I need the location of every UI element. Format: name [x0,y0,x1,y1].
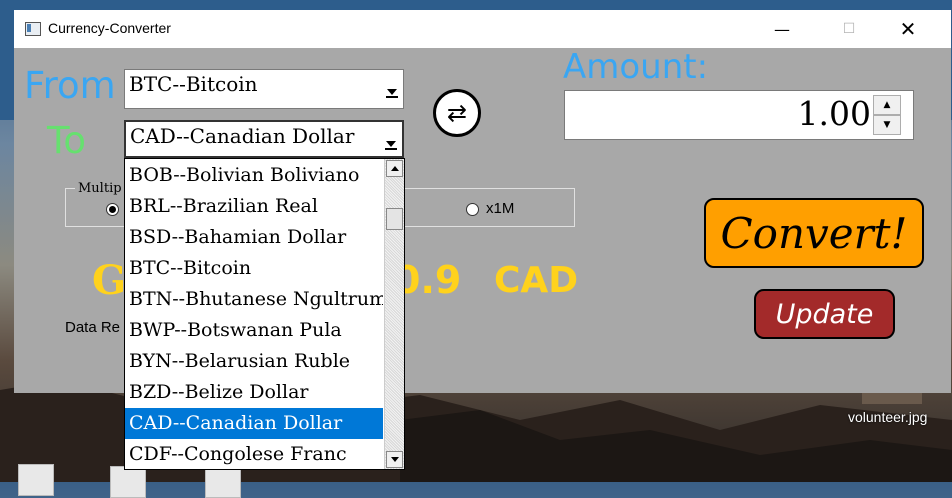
dropdown-arrow-icon[interactable] [383,132,399,150]
dropdown-item[interactable]: BRL--Brazilian Real [125,191,383,222]
title-bar[interactable]: Currency-Converter — ☐ ✕ [14,10,951,48]
from-label: From [24,64,116,107]
dropdown-item[interactable]: BYN--Belarusian Ruble [125,346,383,377]
multiplier-radio-first[interactable] [106,203,119,216]
dropdown-arrow-icon[interactable] [384,80,400,98]
desktop-file-icon[interactable] [110,466,146,498]
maximize-button[interactable]: ☐ [826,10,872,48]
scroll-down-icon[interactable] [386,451,403,468]
dropdown-item[interactable]: BTC--Bitcoin [125,253,383,284]
desktop-file-icon[interactable] [18,464,54,496]
data-reference-label: Data Re [65,319,121,336]
multiplier-group-title: Multip [75,181,125,196]
desktop-file-label[interactable]: volunteer.jpg [848,409,927,425]
multiplier-label-x1m[interactable]: x1M [486,200,514,217]
dropdown-scrollbar[interactable] [384,159,404,469]
result-prefix: G [92,257,127,304]
dropdown-item[interactable]: CAD--Canadian Dollar [125,408,383,439]
dropdown-item[interactable]: BZD--Belize Dollar [125,377,383,408]
amount-spinbox[interactable]: 1.00 ▲ ▼ [564,90,914,140]
spin-up-button[interactable]: ▲ [873,95,901,115]
minimize-button[interactable]: — [759,10,805,48]
amount-value: 1.00 [797,94,871,133]
amount-label: Amount: [563,47,709,87]
from-currency-value: BTC--Bitcoin [129,72,258,96]
dropdown-item[interactable]: CDF--Congolese Franc [125,439,383,469]
to-currency-dropdown-list[interactable]: BOB--Bolivian Boliviano BRL--Brazilian Re… [124,158,405,470]
swap-arrows-icon: ⇄ [446,99,468,127]
dropdown-item[interactable]: BTN--Bhutanese Ngultrum [125,284,383,315]
from-currency-select[interactable]: BTC--Bitcoin [124,69,404,109]
to-label: To [47,119,86,162]
close-button[interactable]: ✕ [885,10,931,48]
multiplier-radio-x1m[interactable] [466,203,479,216]
to-currency-select[interactable]: CAD--Canadian Dollar [124,120,404,158]
swap-button[interactable]: ⇄ [433,89,481,137]
result-currency: CAD [494,260,579,301]
scroll-up-icon[interactable] [386,160,403,177]
dropdown-item[interactable]: BWP--Botswanan Pula [125,315,383,346]
spin-down-button[interactable]: ▼ [873,115,901,135]
dropdown-item[interactable]: BOB--Bolivian Boliviano [125,160,383,191]
update-button[interactable]: Update [754,289,895,339]
to-currency-value: CAD--Canadian Dollar [130,124,355,148]
convert-button[interactable]: Convert! [704,198,924,268]
desktop-file-icon[interactable] [205,466,241,498]
scrollbar-thumb[interactable] [386,208,403,230]
window-title: Currency-Converter [48,20,171,36]
dropdown-item[interactable]: BSD--Bahamian Dollar [125,222,383,253]
app-window-icon [25,22,41,36]
